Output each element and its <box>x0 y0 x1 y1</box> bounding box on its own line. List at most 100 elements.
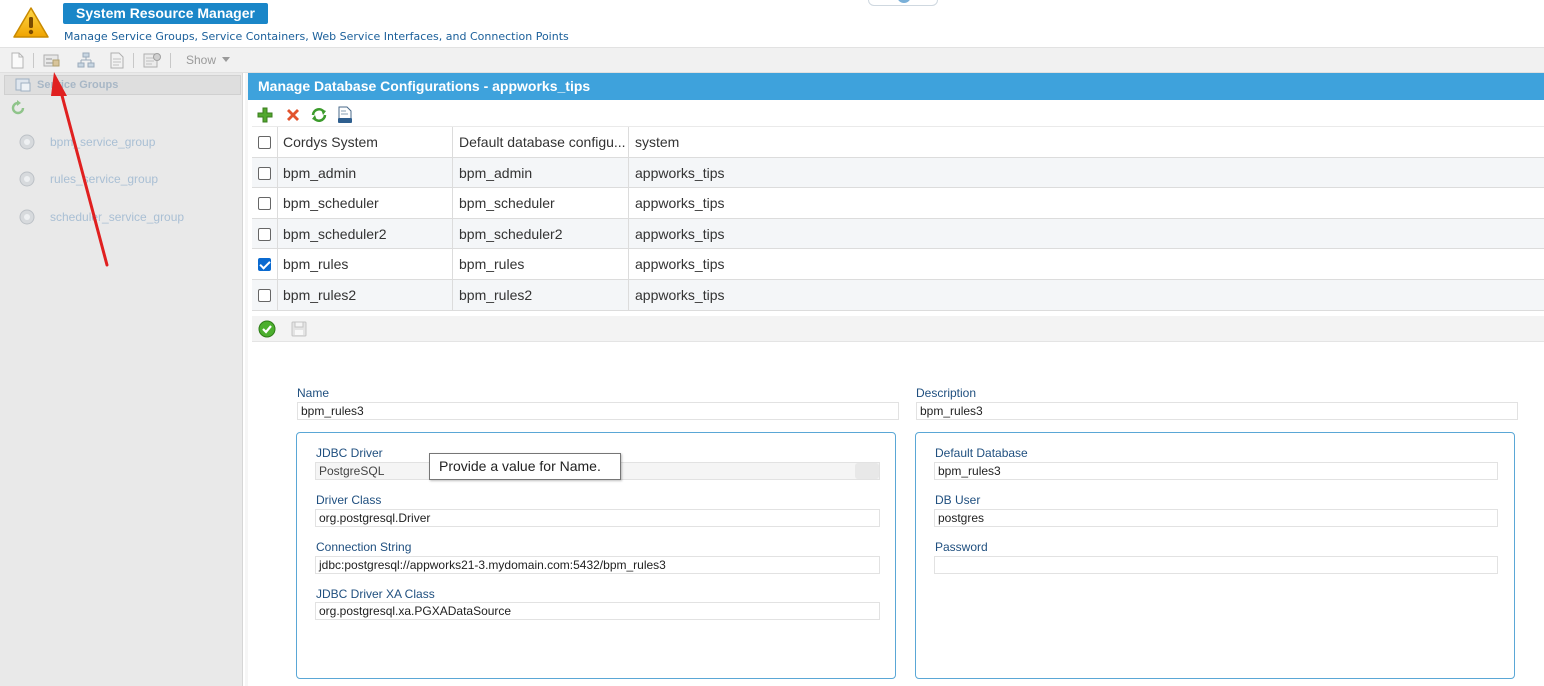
cell-name: bpm_scheduler2 <box>283 225 387 242</box>
document-icon[interactable] <box>108 52 126 69</box>
column-header-default-db-config[interactable]: Default database configu... <box>459 127 629 157</box>
cell-name: bpm_admin <box>283 164 357 181</box>
refresh-icon[interactable] <box>310 106 328 124</box>
driver-class-input[interactable]: org.postgresql.Driver <box>315 509 880 527</box>
table-row[interactable]: bpm_rules2 bpm_rules2 appworks_tips <box>252 279 1544 311</box>
cell-system: appworks_tips <box>635 195 725 212</box>
jdbc-driver-value: PostgreSQL <box>319 464 385 478</box>
default-database-label: Default Database <box>935 446 1028 460</box>
app-subtitle: Manage Service Groups, Service Container… <box>64 30 569 43</box>
warning-icon <box>13 7 49 38</box>
app-root: System Resource Manager Manage Service G… <box>0 0 1544 686</box>
cell-system: appworks_tips <box>635 164 725 181</box>
description-label: Description <box>916 386 977 400</box>
column-divider <box>452 127 453 157</box>
service-container-icon[interactable] <box>43 52 61 69</box>
panel-body: Cordys System Default database configu..… <box>248 100 1544 686</box>
new-icon[interactable] <box>8 52 26 69</box>
column-divider <box>628 279 629 310</box>
cell-config: bpm_rules2 <box>459 286 533 303</box>
chevron-down-icon <box>222 57 231 62</box>
db-user-input[interactable]: postgres <box>934 509 1498 527</box>
table-row[interactable]: bpm_scheduler2 bpm_scheduler2 appworks_t… <box>252 218 1544 250</box>
db-user-label: DB User <box>935 493 981 507</box>
cell-config: bpm_scheduler <box>459 195 555 212</box>
select-all-cell <box>252 127 277 157</box>
sidebar-header-label: Service Groups <box>37 79 119 91</box>
xa-class-input[interactable]: org.postgresql.xa.PGXADataSource <box>315 602 880 620</box>
jdbc-driver-label: JDBC Driver <box>316 446 383 460</box>
sidebar-item-label: scheduler_service_group <box>50 210 185 224</box>
table-row[interactable]: bpm_admin bpm_admin appworks_tips <box>252 157 1544 189</box>
row-checkbox-cell <box>252 188 277 218</box>
table-row[interactable]: bpm_rules bpm_rules appworks_tips <box>252 249 1544 280</box>
select-all-checkbox[interactable] <box>258 136 271 149</box>
service-groups-icon <box>15 78 31 92</box>
column-divider <box>277 127 278 157</box>
app-header: System Resource Manager Manage Service G… <box>0 0 1544 48</box>
check-icon[interactable] <box>258 320 276 338</box>
column-divider <box>452 279 453 310</box>
toolbar-separator <box>33 53 34 68</box>
driver-class-label: Driver Class <box>316 493 382 507</box>
row-checkbox-cell <box>252 158 277 188</box>
panel-title: Manage Database Configurations - appwork… <box>248 73 1544 100</box>
service-group-icon <box>19 171 35 187</box>
service-group-icon <box>19 134 35 150</box>
column-header-system[interactable]: system <box>635 127 935 157</box>
xa-class-label: JDBC Driver XA Class <box>316 587 435 601</box>
column-divider <box>628 127 629 157</box>
hierarchy-icon[interactable] <box>77 52 95 69</box>
save-icon[interactable] <box>290 320 308 338</box>
grid-header-row: Cordys System Default database configu..… <box>252 127 1544 158</box>
show-menu-button[interactable]: Show <box>186 53 231 67</box>
cell-system: appworks_tips <box>635 256 725 273</box>
database-config-grid: Cordys System Default database configu..… <box>252 126 1544 311</box>
column-divider <box>628 157 629 188</box>
column-divider <box>277 157 278 188</box>
properties-icon[interactable] <box>143 52 161 69</box>
row-checkbox-cell <box>252 219 277 249</box>
row-checkbox[interactable] <box>258 197 271 211</box>
row-checkbox[interactable] <box>258 258 271 272</box>
column-divider <box>452 249 453 279</box>
cell-config: bpm_scheduler2 <box>459 225 563 242</box>
password-input[interactable] <box>934 556 1498 574</box>
column-divider <box>452 157 453 188</box>
row-checkbox[interactable] <box>258 166 271 180</box>
sidebar-item-label: rules_service_group <box>50 172 159 186</box>
row-checkbox[interactable] <box>258 227 271 241</box>
cell-config: bpm_admin <box>459 164 533 181</box>
row-checkbox[interactable] <box>258 288 271 302</box>
column-header-cordys-system[interactable]: Cordys System <box>283 127 453 157</box>
default-database-input[interactable]: bpm_rules3 <box>934 462 1498 480</box>
add-icon[interactable] <box>256 106 274 124</box>
connection-string-input[interactable]: jdbc:postgresql://appworks21-3.mydomain.… <box>315 556 880 574</box>
toolbar-separator <box>170 53 171 68</box>
cell-name: bpm_scheduler <box>283 195 379 212</box>
app-title: System Resource Manager <box>63 3 268 24</box>
sidebar-header[interactable]: Service Groups <box>4 75 241 95</box>
show-label: Show <box>186 53 217 67</box>
column-divider <box>277 218 278 249</box>
cell-config: bpm_rules <box>459 256 525 273</box>
connection-string-label: Connection String <box>316 540 412 554</box>
name-input[interactable]: bpm_rules3 <box>297 402 899 420</box>
table-row[interactable]: bpm_scheduler bpm_scheduler appworks_tip… <box>252 188 1544 219</box>
main-toolbar: Show <box>0 48 1544 73</box>
sidebar-item-label: bpm_service_group <box>50 135 156 149</box>
refresh-icon[interactable] <box>10 100 26 116</box>
cell-name: bpm_rules <box>283 256 349 273</box>
main-panel: Manage Database Configurations - appwork… <box>245 73 1544 686</box>
sidebar: Service Groups bpm_service_group rules_s… <box>0 73 243 686</box>
dropdown-button[interactable] <box>855 463 879 479</box>
preview-icon[interactable] <box>336 106 354 124</box>
service-group-icon <box>19 209 35 225</box>
delete-icon[interactable] <box>284 106 302 124</box>
column-divider <box>628 249 629 279</box>
cell-system: appworks_tips <box>635 286 725 303</box>
description-input[interactable]: bpm_rules3 <box>916 402 1518 420</box>
top-collapse-tab[interactable] <box>868 0 938 6</box>
form-toolbar <box>252 316 1544 342</box>
column-divider <box>452 188 453 218</box>
